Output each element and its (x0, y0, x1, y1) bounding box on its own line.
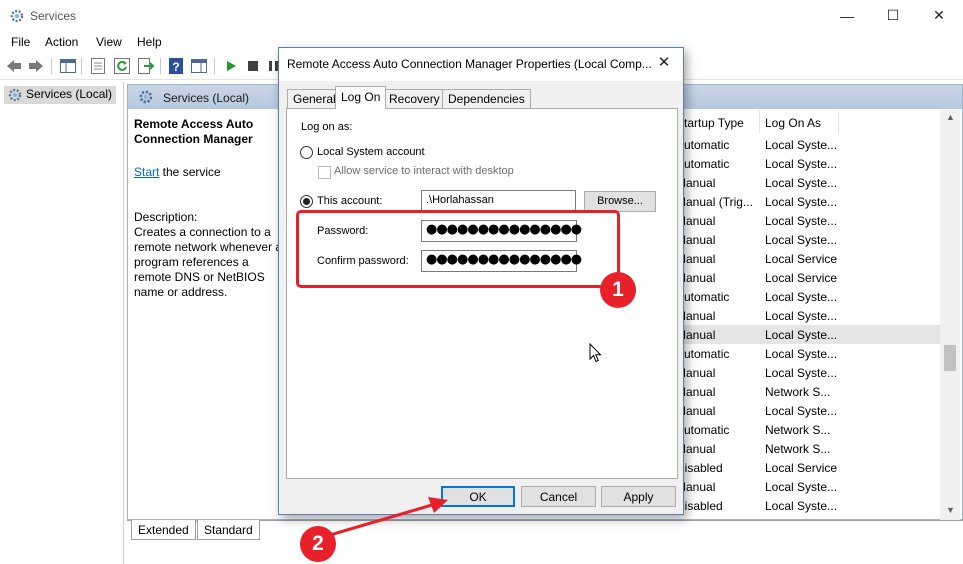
annotation-arrow-icon (329, 497, 448, 537)
tab-log-on[interactable]: Log On (335, 86, 387, 109)
annotation-badge-2: 2 (300, 526, 336, 562)
annotation-badge-1: 1 (600, 272, 636, 308)
